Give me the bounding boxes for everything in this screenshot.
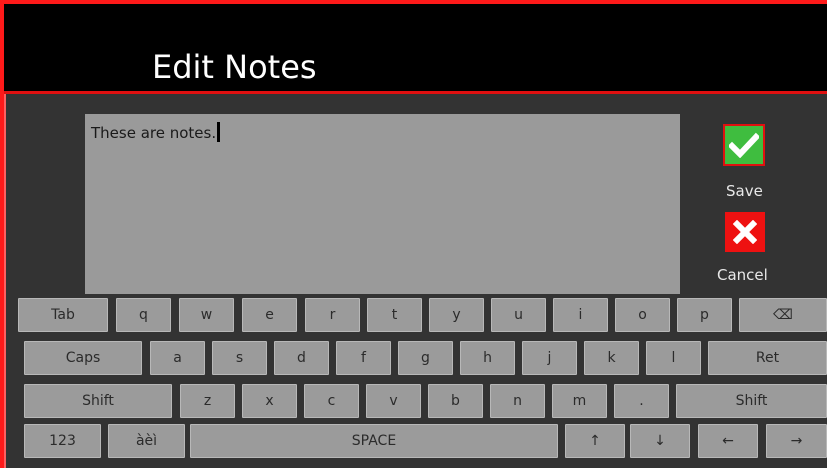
key-o[interactable]: o: [615, 298, 670, 332]
arrow-left-icon: ←: [722, 433, 734, 449]
key-r[interactable]: r: [305, 298, 360, 332]
key-x[interactable]: x: [242, 384, 297, 418]
key-n[interactable]: n: [490, 384, 545, 418]
backspace-key[interactable]: ⌫: [739, 298, 827, 332]
key-l[interactable]: l: [646, 341, 701, 375]
save-button[interactable]: [723, 124, 765, 166]
key-y[interactable]: y: [429, 298, 484, 332]
save-label: Save: [726, 182, 763, 200]
key-accents[interactable]: àèì: [108, 424, 185, 458]
key-arrow-left[interactable]: ←: [698, 424, 758, 458]
key-e[interactable]: e: [242, 298, 297, 332]
arrow-up-icon: ↑: [589, 433, 601, 449]
key-t[interactable]: t: [367, 298, 422, 332]
key-return[interactable]: Ret: [708, 341, 827, 375]
key-m[interactable]: m: [552, 384, 607, 418]
key-u[interactable]: u: [491, 298, 546, 332]
key-w[interactable]: w: [179, 298, 234, 332]
key-s[interactable]: s: [212, 341, 267, 375]
key-z[interactable]: z: [180, 384, 235, 418]
edit-notes-window: Edit Notes These are notes. Save Cancel …: [0, 0, 827, 468]
key-p[interactable]: p: [677, 298, 732, 332]
key-v[interactable]: v: [366, 384, 421, 418]
key-g[interactable]: g: [398, 341, 453, 375]
header-bar: Edit Notes: [4, 4, 827, 94]
arrow-right-icon: →: [790, 433, 803, 449]
key-i[interactable]: i: [553, 298, 608, 332]
cancel-label: Cancel: [717, 266, 768, 284]
key-period[interactable]: .: [614, 384, 669, 418]
key-arrow-down[interactable]: ↓: [630, 424, 690, 458]
key-q[interactable]: q: [116, 298, 171, 332]
key-numbers[interactable]: 123: [24, 424, 101, 458]
key-arrow-right[interactable]: →: [766, 424, 827, 458]
key-tab[interactable]: Tab: [18, 298, 108, 332]
key-shift-right[interactable]: Shift: [676, 384, 827, 418]
cancel-button[interactable]: [725, 212, 765, 252]
key-j[interactable]: j: [522, 341, 577, 375]
key-d[interactable]: d: [274, 341, 329, 375]
backspace-icon: ⌫: [773, 307, 793, 323]
key-a[interactable]: a: [150, 341, 205, 375]
key-k[interactable]: k: [584, 341, 639, 375]
key-shift-left[interactable]: Shift: [24, 384, 172, 418]
key-f[interactable]: f: [336, 341, 391, 375]
notes-textarea[interactable]: These are notes.: [85, 114, 680, 294]
key-h[interactable]: h: [460, 341, 515, 375]
key-c[interactable]: c: [304, 384, 359, 418]
arrow-down-icon: ↓: [654, 433, 666, 449]
key-arrow-up[interactable]: ↑: [565, 424, 625, 458]
on-screen-keyboard: Tab q w e r t y u i o p ⌫ Caps a s d f g…: [18, 298, 827, 468]
key-space[interactable]: SPACE: [190, 424, 558, 458]
page-title: Edit Notes: [152, 48, 317, 86]
text-cursor: [217, 122, 221, 142]
close-icon: [733, 220, 757, 244]
key-caps[interactable]: Caps: [24, 341, 142, 375]
key-b[interactable]: b: [428, 384, 483, 418]
checkmark-icon: [729, 132, 759, 158]
notes-text: These are notes.: [91, 124, 217, 142]
